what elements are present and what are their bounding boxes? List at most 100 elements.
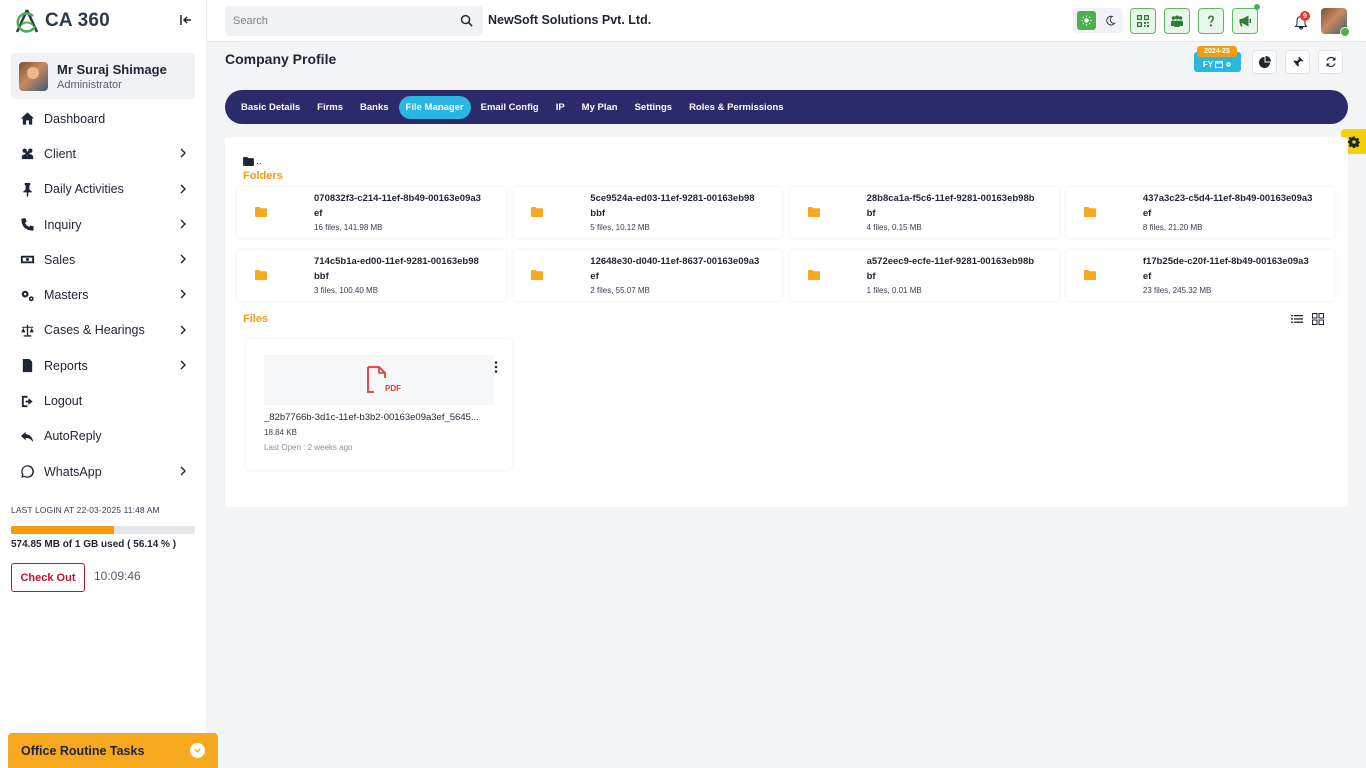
fy-year-badge: 2024-25 xyxy=(1197,46,1237,57)
team-button[interactable] xyxy=(1164,8,1190,34)
storage-usage-text: 574.85 MB of 1 GB used ( 56.14 % ) xyxy=(11,539,177,550)
avatar xyxy=(19,61,48,91)
search-icon[interactable] xyxy=(460,14,473,27)
help-button[interactable] xyxy=(1198,8,1224,34)
tab-banks[interactable]: Banks xyxy=(353,96,396,119)
page-title: Company Profile xyxy=(225,51,337,67)
cash-icon xyxy=(19,252,35,268)
sidebar-item-logout[interactable]: Logout xyxy=(11,383,197,418)
folder-card[interactable]: 5ce9524a-ed03-11ef-9281-00163eb98bbf 5 f… xyxy=(513,187,783,238)
announcements-button[interactable] xyxy=(1232,4,1260,34)
sidebar-item-daily-activities[interactable]: Daily Activities xyxy=(11,172,197,207)
pin-icon xyxy=(19,181,35,197)
top-bar: NewSoft Solutions Pvt. Ltd. 9 xyxy=(207,0,1366,42)
tab-email-config[interactable]: Email Config xyxy=(474,96,546,119)
collapse-sidebar-icon[interactable] xyxy=(178,12,194,28)
sidebar-nav: Dashboard Client Daily Activities Inquir… xyxy=(11,101,197,489)
notifications-button[interactable]: 9 xyxy=(1290,9,1312,33)
folder-meta: 8 files, 21.20 MB xyxy=(1142,223,1203,232)
gear-icon xyxy=(1347,136,1360,148)
folder-card[interactable]: 437a3c23-c5d4-11ef-8b49-00163e09a3ef 8 f… xyxy=(1065,187,1335,238)
refresh-icon xyxy=(1325,56,1336,68)
folder-card[interactable]: 28b8ca1a-f5c6-11ef-9281-00163eb98bbf 4 f… xyxy=(789,187,1059,238)
file-size: 18.84 KB xyxy=(264,428,297,437)
tab-firms[interactable]: Firms xyxy=(310,96,350,119)
scale-icon xyxy=(19,322,35,338)
whatsapp-icon xyxy=(19,464,35,480)
tab-my-plan[interactable]: My Plan xyxy=(575,96,625,119)
sidebar-item-sales[interactable]: Sales xyxy=(11,242,197,277)
pin-button[interactable] xyxy=(1285,50,1310,74)
folder-card[interactable]: 714c5b1a-ed00-11ef-9281-00163eb98bbf 3 f… xyxy=(237,250,506,301)
search-box xyxy=(225,6,483,36)
chevron-right-icon xyxy=(180,184,186,194)
sidebar-item-client[interactable]: Client xyxy=(11,136,197,171)
tab-file-manager[interactable]: File Manager xyxy=(398,95,471,119)
sidebar-item-whatsapp[interactable]: WhatsApp xyxy=(11,454,197,489)
folder-meta: 23 files, 245.32 MB xyxy=(1142,286,1212,295)
tab-roles-permissions[interactable]: Roles & Permissions xyxy=(682,96,791,119)
grid-view-icon[interactable] xyxy=(1312,313,1324,325)
sidebar-item-reports[interactable]: Reports xyxy=(11,348,197,383)
breadcrumb[interactable]: .. xyxy=(243,156,262,167)
list-view-icon[interactable] xyxy=(1291,313,1303,325)
sidebar-item-cases-hearings[interactable]: Cases & Hearings xyxy=(11,313,197,348)
tab-basic-details[interactable]: Basic Details xyxy=(234,96,307,119)
clock-time: 10:09:46 xyxy=(94,569,141,583)
sidebar-item-label: Logout xyxy=(44,394,83,409)
sidebar-item-label: Daily Activities xyxy=(44,182,124,197)
sidebar-item-masters[interactable]: Masters xyxy=(11,277,197,312)
file-card[interactable]: PDF _82b7766b-3d1c-11ef-b3b2-00163e09a3e… xyxy=(246,339,512,470)
sidebar-item-label: Dashboard xyxy=(44,111,106,126)
user-name: Mr Suraj Shimage xyxy=(57,61,167,77)
more-options-icon[interactable] xyxy=(494,361,498,373)
sidebar-item-dashboard[interactable]: Dashboard xyxy=(11,101,197,136)
pie-chart-button[interactable] xyxy=(1252,50,1277,74)
company-name: NewSoft Solutions Pvt. Ltd. xyxy=(488,13,652,27)
folder-card[interactable]: f17b25de-c20f-11ef-8b49-00163e09a3ef 23 … xyxy=(1065,250,1335,301)
light-mode-button[interactable] xyxy=(1077,11,1096,30)
sidebar-item-inquiry[interactable]: Inquiry xyxy=(11,207,197,242)
sidebar-item-label: Cases & Hearings xyxy=(44,323,145,338)
folder-card[interactable]: 070832f3-c214-11ef-8b49-00163e09a3ef 16 … xyxy=(237,187,506,238)
sidebar-item-autoreply[interactable]: AutoReply xyxy=(11,419,197,454)
logo-icon xyxy=(15,9,39,33)
profile-avatar[interactable] xyxy=(1321,8,1350,37)
check-out-button[interactable]: Check Out xyxy=(11,563,85,592)
moon-icon[interactable] xyxy=(1105,15,1116,26)
user-card[interactable]: Mr Suraj Shimage Administrator xyxy=(11,53,195,99)
file-manager-panel: .. Folders 070832f3-c214-11ef-8b49-00163… xyxy=(225,137,1348,507)
app-logo[interactable]: CA 360 xyxy=(13,8,110,34)
folder-card[interactable]: 12648e30-d040-11ef-8637-00163e09a3ef 2 f… xyxy=(513,250,783,301)
chevron-right-icon xyxy=(180,466,186,476)
storage-progress-fill xyxy=(11,526,115,534)
folder-name: a572eec9-ecfe-11ef-9281-00163eb98bbf xyxy=(866,256,1035,282)
refresh-button[interactable] xyxy=(1318,50,1343,74)
pin-icon xyxy=(1292,56,1303,68)
files-section-title: Files xyxy=(243,313,269,325)
qr-code-button[interactable] xyxy=(1130,8,1156,34)
office-routine-tasks-bar[interactable]: Office Routine Tasks xyxy=(8,733,218,768)
tab-ip[interactable]: IP xyxy=(549,96,572,119)
tab-settings[interactable]: Settings xyxy=(628,96,679,119)
phone-icon xyxy=(19,217,35,233)
chevron-down-icon[interactable] xyxy=(190,743,205,758)
pie-chart-icon xyxy=(1258,56,1271,68)
theme-toggle[interactable] xyxy=(1073,8,1123,33)
search-input[interactable] xyxy=(225,6,445,36)
folder-card[interactable]: a572eec9-ecfe-11ef-9281-00163eb98bbf 1 f… xyxy=(789,250,1059,301)
chevron-right-icon xyxy=(180,148,186,158)
folder-icon xyxy=(531,270,544,280)
folder-name: 070832f3-c214-11ef-8b49-00163e09a3ef xyxy=(314,193,481,219)
reply-all-icon xyxy=(19,428,35,444)
folder-name: 437a3c23-c5d4-11ef-8b49-00163e09a3ef xyxy=(1142,193,1313,219)
folder-meta: 4 files, 0.15 MB xyxy=(866,223,922,232)
folder-icon xyxy=(1083,270,1096,280)
folder-grid: 070832f3-c214-11ef-8b49-00163e09a3ef 16 … xyxy=(237,187,1336,301)
chevron-right-icon xyxy=(180,219,186,229)
logo-text: CA 360 xyxy=(45,10,110,31)
folder-icon xyxy=(255,207,267,217)
folders-section-title: Folders xyxy=(243,170,283,182)
sidebar-item-label: Inquiry xyxy=(44,217,82,232)
sun-icon xyxy=(1081,15,1092,26)
